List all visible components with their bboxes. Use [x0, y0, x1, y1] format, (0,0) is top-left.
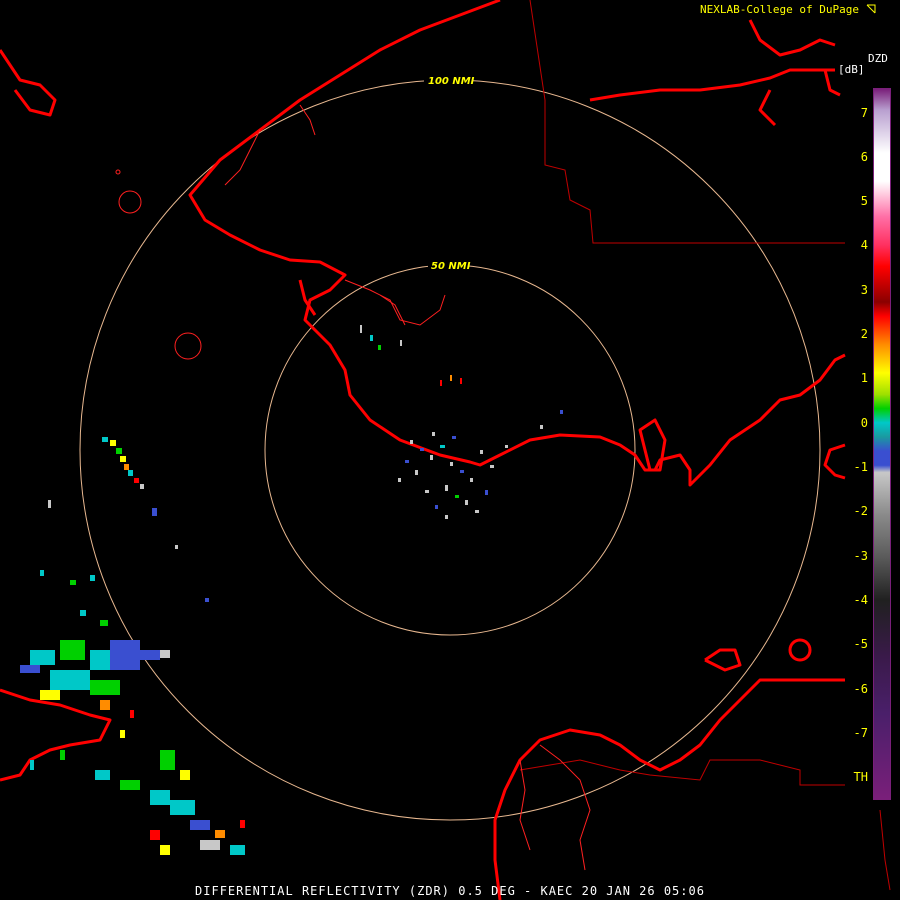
state-boundaries — [519, 0, 891, 891]
coastal-detail — [115, 104, 591, 871]
tick-label: -4 — [853, 593, 868, 607]
tick-label: 1 — [860, 371, 868, 385]
tick-label: 3 — [860, 283, 868, 297]
ring-label-50: 50 NMI — [431, 261, 471, 272]
tick-label: -5 — [853, 637, 868, 651]
range-ring-100 — [79, 79, 821, 821]
credit-banner: NEXLAB-College of DuPage — [700, 3, 876, 16]
radar-display: 100 NMI 50 NMI NEXLAB-College of DuPage … — [0, 0, 900, 900]
echo-central — [360, 325, 563, 519]
tick-label: -7 — [853, 726, 868, 740]
tick-label: 5 — [860, 194, 868, 208]
colorbar — [873, 88, 891, 800]
range-ring-50 — [264, 264, 636, 636]
tick-label: -2 — [853, 504, 868, 518]
legend-units: [dB] — [838, 63, 865, 76]
tick-label: -1 — [853, 460, 868, 474]
product-caption: DIFFERENTIAL REFLECTIVITY (ZDR) 0.5 DEG … — [195, 884, 705, 898]
radar-echoes — [20, 325, 563, 855]
tick-label: 6 — [860, 150, 868, 164]
radar-map: 100 NMI 50 NMI — [0, 0, 891, 900]
tick-label: 0 — [860, 416, 868, 430]
echo-southwest — [20, 570, 245, 855]
tick-label: -6 — [853, 682, 868, 696]
range-rings: 100 NMI 50 NMI — [79, 73, 821, 821]
credit-text: NEXLAB-College of DuPage — [700, 3, 859, 16]
echo-northwest — [48, 437, 209, 602]
tick-label: 4 — [860, 238, 868, 252]
legend-product: DZD — [868, 52, 888, 65]
tick-label: -3 — [853, 549, 868, 563]
tick-label: 7 — [860, 106, 868, 120]
ring-label-100: 100 NMI — [428, 76, 475, 87]
tick-label: 2 — [860, 327, 868, 341]
tick-label: TH — [853, 770, 868, 784]
external-link-icon — [866, 4, 876, 14]
